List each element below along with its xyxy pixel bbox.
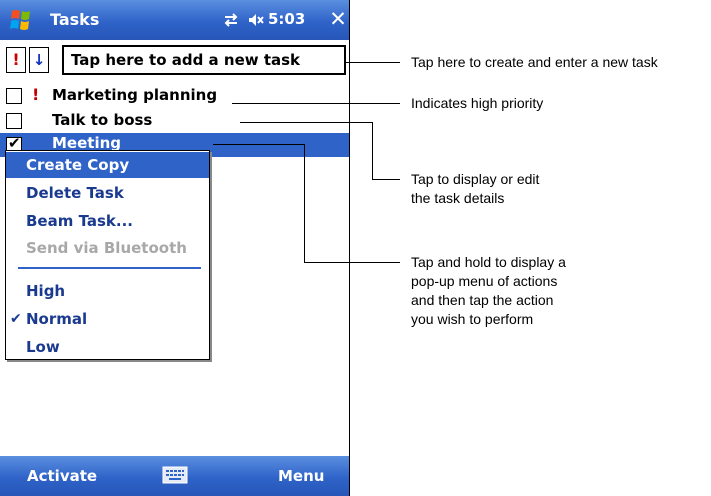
- task-checkbox[interactable]: [6, 88, 22, 104]
- new-task-input[interactable]: Tap here to add a new task: [62, 45, 346, 75]
- callout-line-popup: [213, 144, 305, 145]
- softkey-bar: Activate Menu: [0, 456, 349, 496]
- pocket-pc-screen: Tasks 5:03 ✕ ! ↓ Tap here to add a new t…: [0, 0, 350, 496]
- callout-line-high-priority: [232, 103, 400, 104]
- callout-line-new-task: [346, 62, 400, 63]
- menu-item-low[interactable]: Low: [6, 334, 209, 360]
- context-menu: Create Copy Delete Task Beam Task... Sen…: [5, 150, 210, 360]
- menu-item-send-via-bluetooth: Send via Bluetooth: [26, 239, 187, 257]
- callout-new-task: Tap here to create and enter a new task: [411, 54, 658, 70]
- windows-start-icon[interactable]: [6, 8, 36, 32]
- speaker-muted-icon[interactable]: [247, 11, 265, 29]
- menu-item-delete-task[interactable]: Delete Task: [6, 180, 209, 206]
- callout-line-details: [240, 122, 373, 123]
- menu-item-normal[interactable]: ✔ Normal: [6, 306, 209, 332]
- callout-high-priority: Indicates high priority: [411, 95, 544, 111]
- checkmark-icon: ✔: [10, 311, 22, 327]
- clock[interactable]: 5:03: [268, 10, 305, 28]
- title-bar: Tasks 5:03 ✕: [0, 0, 349, 40]
- close-button[interactable]: ✕: [326, 6, 350, 32]
- menu-item-beam-task[interactable]: Beam Task...: [6, 208, 209, 234]
- high-priority-indicator: !: [32, 85, 40, 104]
- menu-item-high[interactable]: High: [6, 278, 209, 304]
- menu-item-create-copy[interactable]: Create Copy: [6, 152, 209, 178]
- callout-task-details: Tap to display or edit the task details: [411, 171, 540, 206]
- app-title: Tasks: [50, 10, 100, 29]
- keyboard-icon[interactable]: [160, 463, 190, 487]
- activate-softkey[interactable]: Activate: [27, 467, 97, 485]
- connectivity-icon[interactable]: [222, 11, 240, 29]
- menu-separator: [18, 267, 201, 269]
- callout-popup-menu: Tap and hold to display a pop-up menu of…: [411, 254, 566, 327]
- low-priority-button[interactable]: ↓: [29, 47, 49, 73]
- menu-item-normal-label: Normal: [26, 310, 88, 328]
- task-label[interactable]: Marketing planning: [52, 86, 217, 104]
- task-row[interactable]: ! Marketing planning: [0, 83, 349, 109]
- task-entry-bar: ! ↓ Tap here to add a new task: [4, 44, 346, 78]
- task-label[interactable]: Talk to boss: [52, 111, 152, 129]
- high-priority-button[interactable]: !: [6, 47, 26, 73]
- menu-softkey[interactable]: Menu: [278, 467, 324, 485]
- task-row[interactable]: Talk to boss: [0, 108, 349, 134]
- task-checkbox[interactable]: [6, 113, 22, 129]
